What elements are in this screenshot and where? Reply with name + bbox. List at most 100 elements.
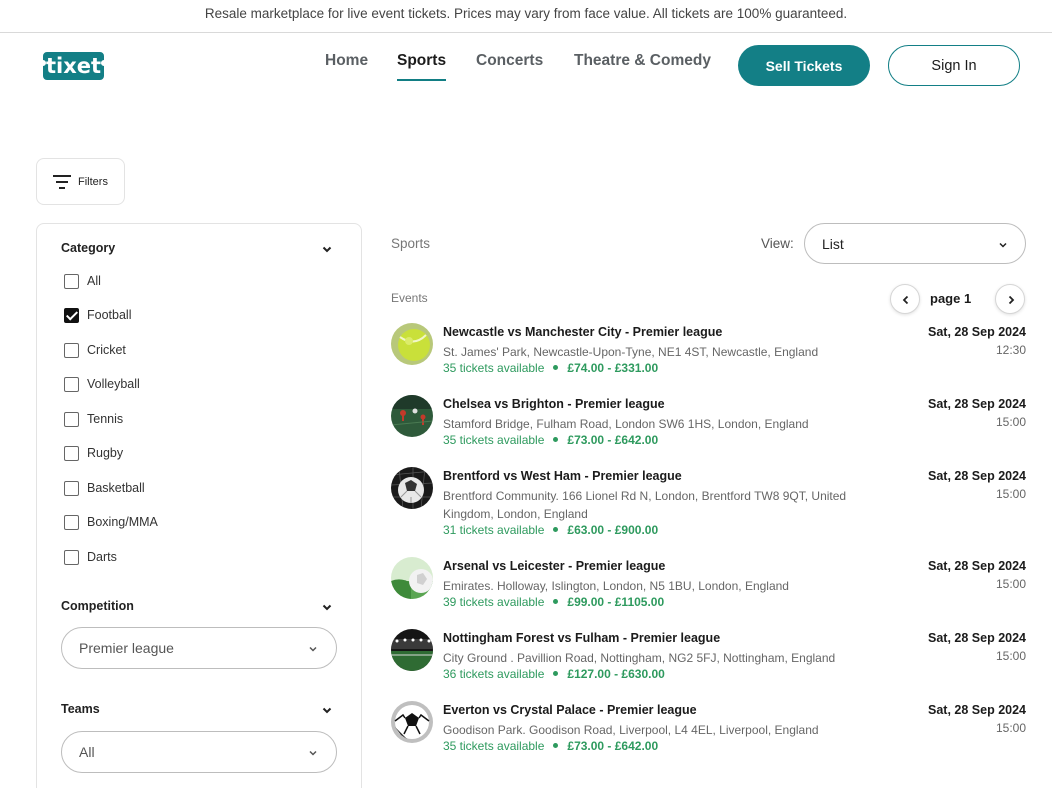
event-thumbnail	[391, 323, 433, 365]
checkbox[interactable]	[64, 550, 79, 565]
event-meta: 39 tickets available £99.00 - £1105.00	[443, 595, 664, 609]
teams-title: Teams	[61, 702, 100, 716]
event-title[interactable]: Chelsea vs Brighton - Premier league	[443, 397, 665, 411]
category-option-label: Volleyball	[87, 377, 140, 391]
event-date: Sat, 28 Sep 2024	[928, 469, 1026, 483]
category-option-label: Darts	[87, 550, 117, 564]
checkbox-checked[interactable]	[64, 308, 79, 323]
event-price: £73.00 - £642.00	[567, 739, 659, 753]
event-row[interactable]: Nottingham Forest vs Fulham - Premier le…	[391, 629, 1026, 695]
event-thumbnail	[391, 629, 433, 671]
checkbox[interactable]	[64, 446, 79, 461]
tixet-logo[interactable]: tixet	[42, 49, 105, 83]
event-tickets: 31 tickets available	[443, 523, 545, 537]
nav-sports[interactable]: Sports	[397, 52, 447, 82]
category-option-label: Football	[87, 308, 132, 322]
event-title[interactable]: Arsenal vs Leicester - Premier league	[443, 559, 665, 573]
event-thumbnail	[391, 467, 433, 509]
competition-select-value: Premier league	[79, 640, 174, 656]
dot-separator	[553, 599, 559, 605]
category-title: Category	[61, 241, 116, 255]
event-row[interactable]: Newcastle vs Manchester City - Premier l…	[391, 323, 1026, 389]
teams-select-value: All	[79, 744, 95, 760]
event-time: 15:00	[995, 487, 1026, 501]
filter-icon	[53, 175, 71, 189]
sign-in-button[interactable]: Sign In	[888, 45, 1020, 86]
chevron-down-icon[interactable]	[321, 601, 333, 613]
category-option-label: Tennis	[87, 412, 124, 426]
event-price: £74.00 - £331.00	[567, 361, 659, 375]
event-time: 15:00	[995, 649, 1026, 663]
category-option-label: All	[87, 274, 101, 288]
competition-select[interactable]: Premier league	[61, 627, 337, 669]
sell-tickets-button[interactable]: Sell Tickets	[738, 45, 870, 86]
event-venue: City Ground . Pavillion Road, Nottingham…	[443, 651, 836, 665]
nav-home[interactable]: Home	[325, 52, 368, 82]
checkbox[interactable]	[64, 343, 79, 358]
filters-sidebar: Category All Football Cricket Volleyball…	[36, 223, 362, 788]
event-title[interactable]: Brentford vs West Ham - Premier league	[443, 469, 682, 483]
next-page-button[interactable]	[995, 284, 1025, 314]
checkbox[interactable]	[64, 481, 79, 496]
pitch-players-image	[391, 395, 433, 437]
chevron-down-icon[interactable]	[321, 243, 333, 255]
event-title[interactable]: Newcastle vs Manchester City - Premier l…	[443, 325, 722, 339]
chevron-down-icon[interactable]	[321, 704, 333, 716]
event-tickets: 35 tickets available	[443, 433, 545, 447]
event-tickets: 39 tickets available	[443, 595, 545, 609]
chevron-down-icon	[999, 242, 1007, 248]
event-row[interactable]: Chelsea vs Brighton - Premier league Sta…	[391, 395, 1026, 461]
event-time: 15:00	[995, 415, 1026, 429]
event-row[interactable]: Brentford vs West Ham - Premier league B…	[391, 467, 1026, 537]
filters-button[interactable]: Filters	[36, 158, 125, 205]
filters-label: Filters	[78, 176, 108, 188]
chevron-left-icon	[902, 295, 909, 305]
nav-concerts[interactable]: Concerts	[476, 52, 543, 82]
football-net-image	[391, 467, 433, 509]
event-thumbnail	[391, 701, 433, 743]
chevron-down-icon	[309, 750, 317, 756]
event-title[interactable]: Everton vs Crystal Palace - Premier leag…	[443, 703, 697, 717]
event-price: £63.00 - £900.00	[567, 523, 659, 537]
event-price: £127.00 - £630.00	[567, 667, 665, 681]
page-indicator: page 1	[930, 291, 972, 306]
football-image	[391, 701, 433, 743]
checkbox[interactable]	[64, 377, 79, 392]
prev-page-button[interactable]	[890, 284, 920, 314]
event-tickets: 35 tickets available	[443, 361, 545, 375]
event-time: 15:00	[995, 721, 1026, 735]
dot-separator	[553, 365, 559, 371]
checkbox[interactable]	[64, 274, 79, 289]
category-option-label: Rugby	[87, 446, 124, 460]
event-time: 12:30	[995, 343, 1026, 357]
event-date: Sat, 28 Sep 2024	[928, 559, 1026, 573]
view-select[interactable]: List	[804, 223, 1026, 264]
view-select-value: List	[822, 236, 844, 252]
stadium-image	[391, 629, 433, 671]
event-tickets: 36 tickets available	[443, 667, 545, 681]
teams-select[interactable]: All	[61, 731, 337, 773]
event-price: £99.00 - £1105.00	[567, 595, 665, 609]
nav-theatre-comedy[interactable]: Theatre & Comedy	[574, 52, 711, 82]
event-price: £73.00 - £642.00	[567, 433, 659, 447]
event-row[interactable]: Everton vs Crystal Palace - Premier leag…	[391, 701, 1026, 767]
event-title[interactable]: Nottingham Forest vs Fulham - Premier le…	[443, 631, 720, 645]
event-thumbnail	[391, 557, 433, 599]
event-time: 15:00	[995, 577, 1026, 591]
tennis-ball-image	[391, 323, 433, 365]
ball-on-grass-image	[391, 557, 433, 599]
dot-separator	[553, 743, 559, 749]
event-date: Sat, 28 Sep 2024	[928, 325, 1026, 339]
event-row[interactable]: Arsenal vs Leicester - Premier league Em…	[391, 557, 1026, 623]
event-venue: Emirates. Holloway, Islington, London, N…	[443, 579, 789, 593]
view-label: View:	[761, 236, 794, 251]
dot-separator	[553, 671, 559, 677]
category-option-label: Basketball	[87, 481, 145, 495]
event-meta: 35 tickets available £74.00 - £331.00	[443, 361, 658, 375]
event-tickets: 35 tickets available	[443, 739, 545, 753]
announcement-bar: Resale marketplace for live event ticket…	[0, 0, 1052, 33]
event-venue: St. James' Park, Newcastle-Upon-Tyne, NE…	[443, 345, 819, 359]
checkbox[interactable]	[64, 515, 79, 530]
checkbox[interactable]	[64, 412, 79, 427]
event-venue: Goodison Park. Goodison Road, Liverpool,…	[443, 723, 819, 737]
